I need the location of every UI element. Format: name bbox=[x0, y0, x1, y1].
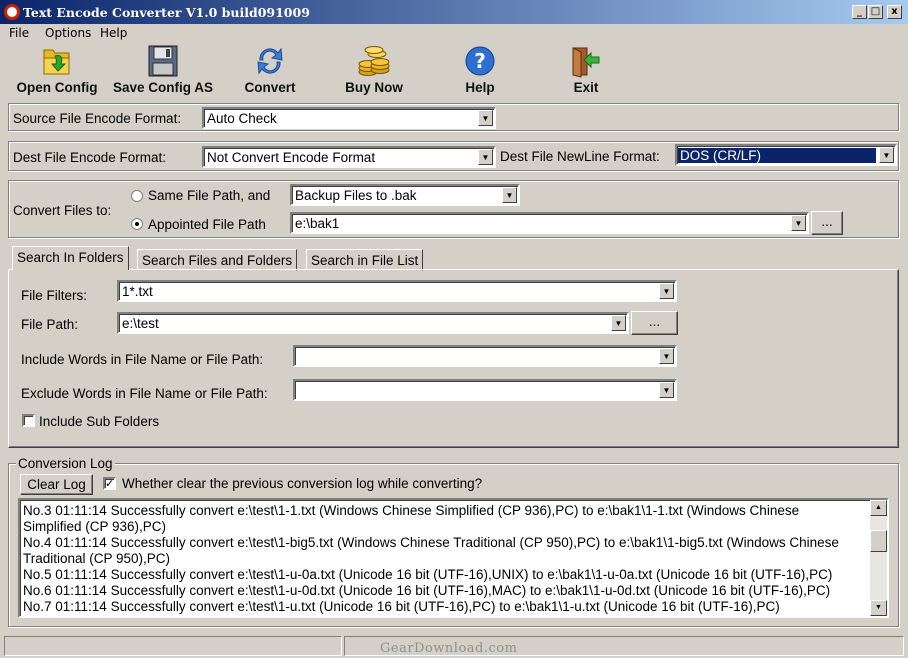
save-config-as-label: Save Config AS bbox=[112, 80, 214, 95]
log-line: No.5 01:11:14 Successfully convert e:\te… bbox=[23, 567, 833, 582]
backup-value: Backup Files to .bak bbox=[295, 188, 417, 203]
source-format-label: Source File Encode Format: bbox=[13, 111, 182, 126]
menu-bar: File Options Help bbox=[0, 24, 908, 42]
help-question-icon: ? bbox=[465, 46, 495, 76]
title-bar[interactable]: Text Encode Converter V1.0 build091009 _… bbox=[0, 0, 908, 24]
conversion-log-list[interactable]: No.3 01:11:14 Successfully convert e:\te… bbox=[18, 498, 889, 618]
appointed-path-label[interactable]: Appointed File Path bbox=[148, 217, 266, 232]
menu-file[interactable]: File bbox=[9, 26, 29, 40]
exclude-words-label: Exclude Words in File Name or File Path: bbox=[21, 386, 268, 401]
same-path-label[interactable]: Same File Path, and bbox=[148, 188, 270, 203]
menu-options[interactable]: Options bbox=[45, 26, 91, 40]
chevron-down-icon[interactable]: ▼ bbox=[659, 382, 674, 398]
log-line: Traditional (CP 950),PC) bbox=[23, 551, 171, 566]
conversion-log-title: Conversion Log bbox=[16, 456, 115, 471]
folder-open-icon bbox=[43, 49, 70, 75]
save-config-as-button[interactable]: Save Config AS bbox=[110, 44, 216, 98]
appointed-path-browse-button[interactable]: ... bbox=[811, 211, 843, 235]
chevron-down-icon[interactable]: ▼ bbox=[791, 215, 806, 231]
maximize-button[interactable]: □ bbox=[868, 5, 883, 19]
dest-format-label: Dest File Encode Format: bbox=[13, 150, 167, 165]
file-filters-label: File Filters: bbox=[21, 288, 88, 303]
clear-log-checkbox[interactable]: ✓ bbox=[103, 477, 116, 490]
floppy-disk-icon bbox=[148, 45, 178, 77]
tab-search-in-file-list[interactable]: Search in File List bbox=[306, 249, 424, 271]
refresh-arrows-icon bbox=[257, 47, 283, 75]
close-button[interactable]: x bbox=[887, 5, 902, 19]
open-config-button[interactable]: Open Config bbox=[14, 44, 100, 98]
tab-search-in-folders[interactable]: Search In Folders bbox=[12, 246, 129, 270]
buy-now-label: Buy Now bbox=[345, 80, 403, 95]
help-button[interactable]: ? Help bbox=[452, 44, 508, 98]
scroll-down-icon[interactable]: ▼ bbox=[870, 600, 887, 616]
include-subfolders-checkbox[interactable] bbox=[22, 414, 35, 427]
file-path-label: File Path: bbox=[21, 317, 79, 332]
include-subfolders-label[interactable]: Include Sub Folders bbox=[39, 414, 159, 429]
status-panel-left bbox=[4, 636, 342, 656]
appointed-path-select[interactable]: e:\bak1 ▼ bbox=[290, 212, 809, 234]
minimize-button[interactable]: _ bbox=[852, 5, 867, 19]
source-format-panel: Source File Encode Format: Auto Check ▼ bbox=[8, 103, 899, 131]
same-path-radio[interactable] bbox=[131, 190, 143, 202]
convert-button[interactable]: Convert bbox=[238, 44, 302, 98]
dest-format-value: Not Convert Encode Format bbox=[207, 150, 376, 165]
file-filters-select[interactable]: 1*.txt ▼ bbox=[117, 280, 677, 302]
scroll-thumb[interactable] bbox=[870, 530, 887, 552]
buy-now-button[interactable]: Buy Now bbox=[340, 44, 408, 98]
open-config-label: Open Config bbox=[16, 80, 98, 95]
convert-to-panel: Convert Files to: Same File Path, and Ba… bbox=[8, 180, 899, 238]
include-words-label: Include Words in File Name or File Path: bbox=[21, 352, 264, 367]
include-words-select[interactable]: ▼ bbox=[293, 345, 677, 367]
chevron-down-icon[interactable]: ▼ bbox=[659, 348, 674, 364]
dest-format-select[interactable]: Not Convert Encode Format ▼ bbox=[202, 146, 496, 168]
chevron-down-icon[interactable]: ▼ bbox=[478, 110, 493, 126]
chevron-down-icon[interactable]: ▼ bbox=[879, 147, 894, 163]
menu-help[interactable]: Help bbox=[100, 26, 127, 40]
file-path-value: e:\test bbox=[122, 316, 159, 331]
file-path-browse-button[interactable]: ... bbox=[631, 311, 678, 335]
file-path-select[interactable]: e:\test ▼ bbox=[117, 312, 629, 334]
clear-log-check-label[interactable]: Whether clear the previous conversion lo… bbox=[122, 476, 482, 491]
chevron-down-icon[interactable]: ▼ bbox=[659, 283, 674, 299]
log-line: No.3 01:11:14 Successfully convert e:\te… bbox=[23, 503, 800, 518]
backup-select[interactable]: Backup Files to .bak ▼ bbox=[290, 184, 520, 206]
dest-format-panel: Dest File Encode Format: Not Convert Enc… bbox=[8, 141, 899, 171]
appointed-path-radio[interactable] bbox=[131, 218, 143, 230]
log-line: No.7 01:11:14 Successfully convert e:\te… bbox=[23, 599, 780, 614]
convert-label: Convert bbox=[244, 80, 296, 95]
chevron-down-icon[interactable]: ▼ bbox=[611, 315, 626, 331]
exit-label: Exit bbox=[573, 80, 599, 95]
newline-format-label: Dest File NewLine Format: bbox=[500, 149, 660, 164]
chevron-down-icon[interactable]: ▼ bbox=[478, 149, 493, 165]
chevron-down-icon[interactable]: ▼ bbox=[502, 187, 517, 203]
help-label: Help bbox=[465, 80, 495, 95]
clear-log-button[interactable]: Clear Log bbox=[20, 474, 93, 495]
window-title: Text Encode Converter V1.0 build091009 bbox=[23, 5, 310, 20]
tab-search-files-and-folders[interactable]: Search Files and Folders bbox=[137, 249, 298, 271]
coins-icon bbox=[358, 46, 390, 76]
log-line: No.6 01:11:14 Successfully convert e:\te… bbox=[23, 583, 831, 598]
exit-button[interactable]: Exit bbox=[560, 44, 612, 98]
svg-text:?: ? bbox=[474, 49, 486, 73]
search-tab-panel: File Filters: 1*.txt ▼ File Path: e:\tes… bbox=[8, 269, 899, 448]
exclude-words-select[interactable]: ▼ bbox=[293, 379, 677, 401]
exit-door-icon bbox=[572, 47, 600, 78]
source-format-value: Auto Check bbox=[207, 111, 277, 126]
log-scrollbar[interactable]: ▲ ▼ bbox=[870, 500, 887, 616]
appointed-path-value: e:\bak1 bbox=[295, 216, 340, 231]
log-line: No.4 01:11:14 Successfully convert e:\te… bbox=[23, 535, 839, 550]
app-icon bbox=[4, 4, 20, 20]
newline-format-select[interactable]: DOS (CR/LF) ▼ bbox=[675, 144, 897, 166]
log-line: Simplified (CP 936),PC) bbox=[23, 519, 167, 534]
scroll-up-icon[interactable]: ▲ bbox=[870, 500, 887, 516]
source-format-select[interactable]: Auto Check ▼ bbox=[202, 107, 496, 129]
convert-to-label: Convert Files to: bbox=[13, 203, 112, 218]
watermark: GearDownload.com bbox=[380, 641, 518, 656]
file-filters-value: 1*.txt bbox=[122, 284, 153, 299]
newline-format-value: DOS (CR/LF) bbox=[678, 148, 876, 163]
